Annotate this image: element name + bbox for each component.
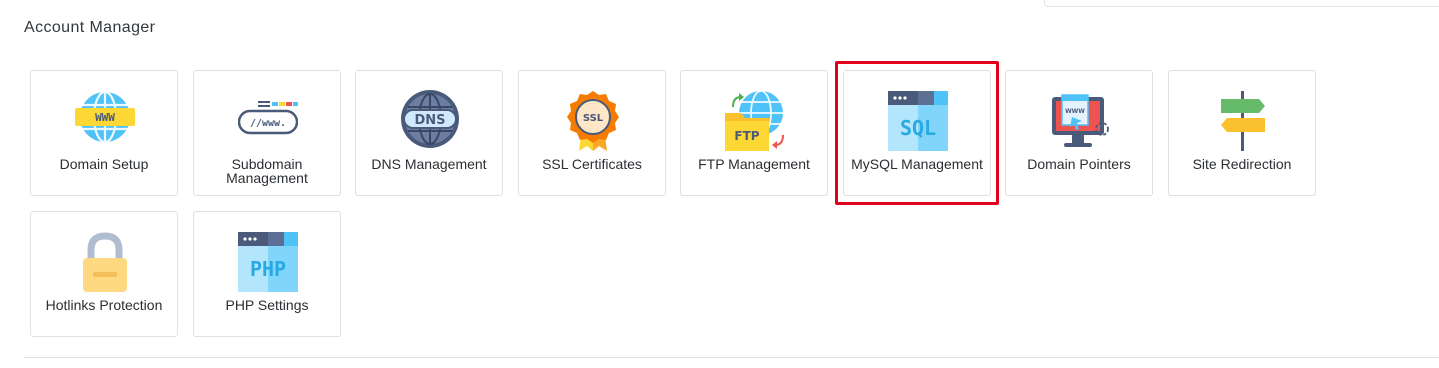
svg-text://www.: //www. — [250, 118, 286, 129]
tile-label: MySQL Management — [851, 156, 983, 172]
tile-label: FTP Management — [698, 156, 810, 172]
padlock-icon — [83, 232, 127, 292]
tile-ftp-management[interactable]: FTP FTP Management — [680, 70, 828, 196]
tile-ssl-certificates[interactable]: SSL SSL Certificates — [518, 70, 666, 196]
svg-text:SSL: SSL — [583, 113, 604, 124]
signpost-icon — [1221, 91, 1265, 151]
ftp-folder-icon: FTP — [725, 90, 784, 151]
tile-dns-management[interactable]: DNS DNS Management — [355, 70, 503, 196]
sql-window-icon: SQL — [888, 91, 948, 151]
ssl-badge-icon: SSL — [567, 91, 619, 151]
section-title: Account Manager — [24, 19, 156, 36]
tile-label: Domain Pointers — [1027, 156, 1131, 172]
tile-label: PHP Settings — [225, 297, 309, 313]
svg-text:FTP: FTP — [734, 129, 759, 143]
tile-mysql-management[interactable]: SQL MySQL Management — [843, 70, 991, 196]
tile-label: Site Redirection — [1192, 156, 1292, 172]
tile-domain-setup[interactable]: WWW Domain Setup — [30, 70, 178, 196]
svg-text:PHP: PHP — [250, 257, 286, 281]
top-search-bar[interactable] — [1044, 0, 1439, 7]
subdomain-www-icon: //www. — [238, 101, 298, 135]
domain-pointer-monitor-icon: WWW — [1052, 94, 1109, 147]
svg-text:WWW: WWW — [1065, 108, 1085, 115]
svg-text:DNS: DNS — [414, 113, 445, 128]
tile-label: Domain Setup — [59, 156, 149, 172]
dns-globe-icon: DNS — [401, 90, 459, 148]
tile-label: Subdomain Management — [226, 156, 308, 186]
tile-php-settings[interactable]: PHP PHP Settings — [193, 211, 341, 337]
www-globe-icon: WWW — [75, 90, 135, 144]
php-window-icon: PHP — [238, 232, 298, 292]
tile-subdomain-management[interactable]: //www. Subdomain Management — [193, 70, 341, 196]
svg-text:SQL: SQL — [900, 116, 936, 140]
svg-text:WWW: WWW — [95, 111, 115, 124]
tile-label: DNS Management — [371, 156, 487, 172]
section-divider — [24, 357, 1439, 358]
tile-label: SSL Certificates — [542, 156, 642, 172]
tile-site-redirection[interactable]: Site Redirection — [1168, 70, 1316, 196]
tile-hotlinks-protection[interactable]: Hotlinks Protection — [30, 211, 178, 337]
tile-label: Hotlinks Protection — [45, 297, 163, 313]
tile-domain-pointers[interactable]: WWW Domain Pointers — [1005, 70, 1153, 196]
